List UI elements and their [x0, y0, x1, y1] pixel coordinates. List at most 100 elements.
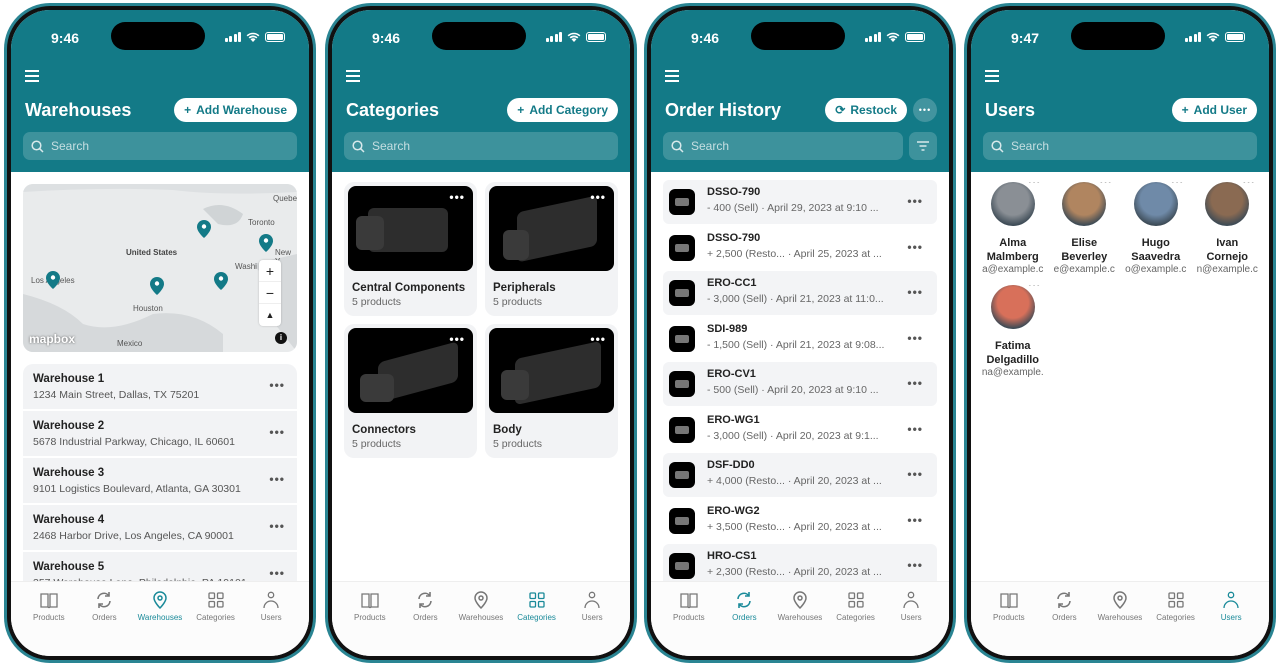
- warehouse-map[interactable]: Quebe Toronto United States New Y Washi …: [23, 184, 297, 352]
- list-item[interactable]: Warehouse 1 1234 Main Street, Dallas, TX …: [23, 364, 297, 409]
- list-item[interactable]: Warehouse 4 2468 Harbor Drive, Los Angele…: [23, 505, 297, 550]
- more-icon[interactable]: •••: [1171, 182, 1183, 186]
- map-pin-icon[interactable]: [259, 234, 273, 252]
- zoom-in-button[interactable]: +: [259, 260, 281, 282]
- tab-orders[interactable]: Orders: [1037, 582, 1093, 656]
- category-name: Body: [493, 424, 522, 436]
- tab-orders[interactable]: Orders: [717, 582, 773, 656]
- list-item[interactable]: ERO-WG2 + 3,500 (Resto... · April 20, 202…: [663, 499, 937, 543]
- user-email: n@example.c: [1196, 264, 1258, 275]
- tab-warehouses[interactable]: Warehouses: [132, 582, 188, 656]
- more-icon[interactable]: •••: [1243, 182, 1255, 186]
- more-icon[interactable]: •••: [907, 376, 923, 390]
- tab-products[interactable]: Products: [661, 582, 717, 656]
- avatar: •••: [1133, 182, 1183, 226]
- map-pin-icon[interactable]: [150, 277, 164, 295]
- more-icon[interactable]: •••: [907, 422, 923, 436]
- user-card[interactable]: ••• Fatima Delgadillona@example.: [977, 285, 1049, 378]
- order-detail: + 4,000 (Resto... · April 20, 2023 at ..…: [707, 475, 882, 487]
- list-item[interactable]: ERO-CV1 - 500 (Sell) · April 20, 2023 at …: [663, 362, 937, 406]
- tab-categories[interactable]: Categories: [188, 582, 244, 656]
- tab-users[interactable]: Users: [564, 582, 620, 656]
- grid-icon: [847, 592, 864, 608]
- zoom-out-button[interactable]: −: [259, 282, 281, 304]
- tab-categories[interactable]: Categories: [509, 582, 565, 656]
- add-user-label: Add User: [1193, 103, 1247, 117]
- category-card[interactable]: ••• Peripherals 5 products: [485, 182, 618, 316]
- user-card[interactable]: ••• Ivan Cornejon@example.c: [1192, 182, 1264, 275]
- more-icon[interactable]: •••: [907, 467, 923, 481]
- tab-orders[interactable]: Orders: [77, 582, 133, 656]
- more-icon[interactable]: •••: [590, 332, 606, 346]
- user-icon: [584, 591, 600, 609]
- more-icon[interactable]: •••: [449, 190, 465, 204]
- list-item[interactable]: Warehouse 3 9101 Logistics Boulevard, Atl…: [23, 458, 297, 503]
- user-email: a@example.c: [982, 264, 1044, 275]
- wifi-icon: [567, 32, 581, 42]
- more-icon[interactable]: •••: [1028, 182, 1040, 186]
- menu-icon[interactable]: [665, 70, 679, 85]
- more-icon[interactable]: •••: [269, 519, 285, 533]
- more-icon[interactable]: •••: [590, 190, 606, 204]
- book-icon: [40, 593, 58, 609]
- category-card[interactable]: ••• Central Components 5 products: [344, 182, 477, 316]
- more-options-button[interactable]: •••: [913, 98, 937, 122]
- tab-users[interactable]: Users: [243, 582, 299, 656]
- user-card[interactable]: ••• Hugo Saavedrao@example.c: [1120, 182, 1192, 275]
- more-icon[interactable]: •••: [269, 472, 285, 486]
- tab-orders[interactable]: Orders: [398, 582, 454, 656]
- info-icon[interactable]: i: [275, 332, 287, 344]
- list-item[interactable]: DSSO-790 - 400 (Sell) · April 29, 2023 at…: [663, 180, 937, 224]
- more-icon[interactable]: •••: [269, 425, 285, 439]
- more-icon[interactable]: •••: [269, 566, 285, 580]
- menu-icon[interactable]: [25, 70, 39, 85]
- add-warehouse-button[interactable]: + Add Warehouse: [174, 98, 297, 122]
- tab-users[interactable]: Users: [1203, 582, 1259, 656]
- tab-warehouses[interactable]: Warehouses: [453, 582, 509, 656]
- map-pin-icon[interactable]: [197, 220, 211, 238]
- tab-products[interactable]: Products: [342, 582, 398, 656]
- category-card[interactable]: ••• Connectors 5 products: [344, 324, 477, 458]
- user-first-name: Fatima: [995, 340, 1031, 352]
- map-pin-icon[interactable]: [46, 271, 60, 289]
- tab-users[interactable]: Users: [883, 582, 939, 656]
- list-item[interactable]: DSF-DD0 + 4,000 (Resto... · April 20, 202…: [663, 453, 937, 497]
- more-icon[interactable]: •••: [269, 378, 285, 392]
- list-item[interactable]: SDI-989 - 1,500 (Sell) · April 21, 2023 a…: [663, 317, 937, 361]
- tab-warehouses[interactable]: Warehouses: [772, 582, 828, 656]
- status-bar: 9:46: [332, 10, 630, 60]
- tab-label: Warehouses: [458, 613, 504, 622]
- user-card[interactable]: ••• Elise Beverleye@example.c: [1049, 182, 1121, 275]
- wifi-icon: [886, 32, 900, 42]
- tab-label: Warehouses: [777, 613, 823, 622]
- list-item[interactable]: DSSO-790 + 2,500 (Resto... · April 25, 20…: [663, 226, 937, 270]
- more-icon[interactable]: •••: [907, 240, 923, 254]
- more-icon[interactable]: •••: [1100, 182, 1112, 186]
- tab-products[interactable]: Products: [981, 582, 1037, 656]
- compass-button[interactable]: ▲: [259, 304, 281, 326]
- menu-icon[interactable]: [985, 70, 999, 85]
- map-pin-icon[interactable]: [214, 272, 228, 290]
- list-item[interactable]: ERO-CC1 - 3,000 (Sell) · April 21, 2023 a…: [663, 271, 937, 315]
- more-icon[interactable]: •••: [907, 513, 923, 527]
- more-icon[interactable]: •••: [907, 558, 923, 572]
- more-icon[interactable]: •••: [907, 194, 923, 208]
- tab-warehouses[interactable]: Warehouses: [1092, 582, 1148, 656]
- category-card[interactable]: ••• Body 5 products: [485, 324, 618, 458]
- wifi-icon: [1206, 32, 1220, 42]
- more-icon[interactable]: •••: [907, 331, 923, 345]
- menu-icon[interactable]: [346, 70, 360, 85]
- list-item[interactable]: Warehouse 2 5678 Industrial Parkway, Chic…: [23, 411, 297, 456]
- more-icon[interactable]: •••: [907, 285, 923, 299]
- more-icon[interactable]: •••: [1028, 285, 1040, 289]
- tab-categories[interactable]: Categories: [1148, 582, 1204, 656]
- status-icons: [224, 32, 285, 42]
- more-icon[interactable]: •••: [449, 332, 465, 346]
- list-item[interactable]: ERO-WG1 - 3,000 (Sell) · April 20, 2023 a…: [663, 408, 937, 452]
- restock-button[interactable]: ⟳ Restock: [825, 98, 907, 122]
- tab-categories[interactable]: Categories: [828, 582, 884, 656]
- tab-products[interactable]: Products: [21, 582, 77, 656]
- user-card[interactable]: ••• Alma Malmberga@example.c: [977, 182, 1049, 275]
- add-category-button[interactable]: + Add Category: [507, 98, 618, 122]
- add-user-button[interactable]: + Add User: [1171, 98, 1257, 122]
